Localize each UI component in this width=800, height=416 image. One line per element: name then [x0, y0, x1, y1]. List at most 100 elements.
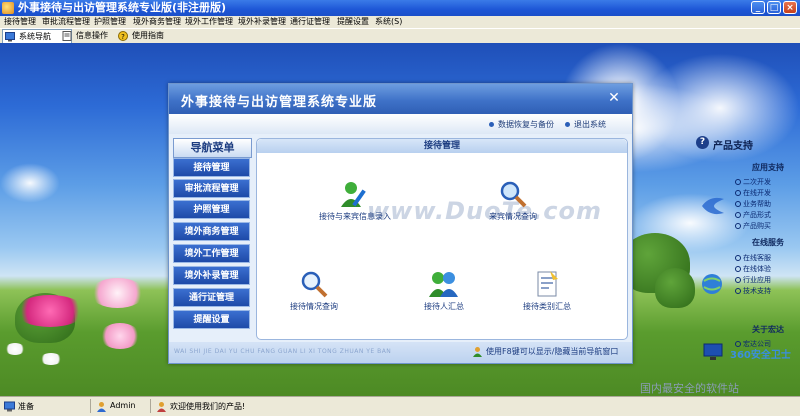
tile-person-summary-label: 接待人汇总 — [424, 302, 464, 311]
nav-item-overseas-supplement[interactable]: 境外补录管理 — [173, 266, 250, 285]
flower — [40, 353, 62, 365]
monitor-icon — [5, 32, 15, 42]
status-bar: 准备 Admin 欢迎使用我们的产品! — [0, 396, 800, 416]
nav-item-overseas-business[interactable]: 境外商务管理 — [173, 222, 250, 241]
cloud — [0, 163, 60, 203]
monitor-icon — [703, 343, 723, 360]
status-separator — [90, 399, 91, 413]
menu-overseas-work[interactable]: 境外工作管理 — [185, 16, 233, 28]
menu-overseas-business[interactable]: 境外商务管理 — [133, 16, 181, 28]
user-icon — [97, 402, 106, 412]
menu-approval[interactable]: 审批流程管理 — [42, 16, 90, 28]
tab-info-ops[interactable]: 信息操作 — [60, 29, 108, 43]
menu-system[interactable]: 系统(S) — [375, 16, 402, 28]
pinyin-caption: WAI SHI JIE DAI YU CHU FANG GUAN LI XI T… — [174, 348, 392, 355]
online-service-heading: 在线服务 — [752, 238, 784, 247]
tab-user-guide[interactable]: ? 使用指南 — [116, 29, 164, 43]
users-icon — [429, 272, 458, 297]
help-icon: ? — [118, 31, 128, 41]
tile-person-summary[interactable]: 接待人汇总 — [424, 269, 464, 312]
product-support-title: ? 产品支持 — [696, 136, 753, 152]
security-badge: 360安全卫士 — [730, 350, 791, 361]
flower — [15, 295, 85, 327]
backup-restore-button[interactable]: 数据恢复与备份 — [489, 119, 554, 130]
panel-close-button[interactable]: ✕ — [606, 90, 622, 106]
menu-permit[interactable]: 通行证管理 — [290, 16, 330, 28]
nav-item-reminder[interactable]: 提醒设置 — [173, 310, 250, 329]
tile-guest-query-label: 来宾情况查询 — [489, 212, 537, 221]
users-edit-icon — [341, 182, 366, 207]
window-title: 外事接待与出访管理系统专业版(非注册版) — [18, 1, 227, 14]
link-industry-app[interactable]: 行业应用 — [735, 275, 771, 285]
minimize-button[interactable]: _ — [751, 1, 765, 14]
about-heading: 关于宏达 — [752, 325, 784, 334]
panel-action-strip: 数据恢复与备份 退出系统 — [169, 114, 632, 134]
backup-restore-label: 数据恢复与备份 — [498, 120, 554, 129]
menu-reminder[interactable]: 提醒设置 — [337, 16, 369, 28]
tab-info-ops-label: 信息操作 — [76, 31, 108, 40]
menu-overseas-supplement[interactable]: 境外补录管理 — [238, 16, 286, 28]
nav-item-reception[interactable]: 接待管理 — [173, 158, 250, 177]
user-tip-icon — [473, 347, 482, 357]
bullet-icon — [565, 122, 570, 127]
maximize-button[interactable]: □ — [767, 1, 781, 14]
link-custom-dev[interactable]: 二次开发 — [735, 177, 771, 187]
tile-category-summary[interactable]: 接待类别汇总 — [523, 269, 571, 312]
arrow-icon — [702, 197, 724, 215]
tile-guest-query[interactable]: 来宾情况查询 — [489, 179, 537, 222]
tile-category-summary-label: 接待类别汇总 — [523, 302, 571, 311]
watermark-text: www.DuoTe.com — [367, 197, 602, 225]
link-product-form[interactable]: 产品形式 — [735, 210, 771, 220]
status-separator — [150, 399, 151, 413]
tab-user-guide-label: 使用指南 — [132, 31, 164, 40]
tree — [655, 268, 695, 308]
svg-text:?: ? — [121, 33, 125, 41]
link-product-purchase[interactable]: 产品购买 — [735, 221, 771, 231]
exit-system-label: 退出系统 — [574, 120, 606, 129]
tile-entry[interactable]: 接待与来宾信息录入 — [319, 179, 391, 222]
document-icon — [62, 31, 72, 41]
f8-tip-label: 使用F8键可以显示/隐藏当前导航窗口 — [486, 347, 619, 356]
link-online-trial[interactable]: 在线体验 — [735, 264, 771, 274]
status-ready: 准备 — [4, 401, 34, 412]
magnifier-icon — [500, 181, 527, 208]
flower — [90, 278, 145, 308]
exit-system-button[interactable]: 退出系统 — [565, 119, 606, 130]
close-button[interactable]: × — [783, 1, 797, 14]
panel-footer: WAI SHI JIE DAI YU CHU FANG GUAN LI XI T… — [169, 342, 632, 363]
tab-system-nav-label: 系统导航 — [19, 32, 51, 41]
nav-item-passport[interactable]: 护照管理 — [173, 200, 250, 219]
menu-reception[interactable]: 接待管理 — [4, 16, 36, 28]
tile-reception-query-label: 接待情况查询 — [290, 302, 338, 311]
menu-passport[interactable]: 护照管理 — [94, 16, 126, 28]
link-online-dev[interactable]: 在线开发 — [735, 188, 771, 198]
panel-header: 外事接待与出访管理系统专业版 ✕ — [169, 84, 632, 114]
tile-reception-query[interactable]: 接待情况查询 — [290, 269, 338, 312]
computer-icon — [4, 401, 15, 412]
status-ready-label: 准备 — [18, 402, 34, 411]
nav-item-approval[interactable]: 审批流程管理 — [173, 179, 250, 198]
menu-bar: 接待管理 审批流程管理 护照管理 境外商务管理 境外工作管理 境外补录管理 通行… — [0, 16, 800, 28]
link-online-cs[interactable]: 在线客服 — [735, 253, 771, 263]
flower — [5, 343, 25, 355]
status-welcome-label: 欢迎使用我们的产品! — [170, 402, 246, 411]
report-icon — [537, 271, 558, 297]
link-tech-support[interactable]: 技术支持 — [735, 286, 771, 296]
globe-icon — [702, 274, 722, 294]
status-welcome: 欢迎使用我们的产品! — [156, 401, 245, 412]
content-area: 接待管理 www.DuoTe.com 接待与来宾信息录入 来宾情况查询 接待情况… — [256, 138, 628, 340]
panel-title: 外事接待与出访管理系统专业版 — [181, 95, 378, 110]
content-header: 接待管理 — [257, 139, 627, 153]
status-user-label: Admin — [110, 401, 136, 410]
user-icon — [157, 402, 166, 412]
window-titlebar: 外事接待与出访管理系统专业版(非注册版) _ □ × — [0, 0, 800, 16]
status-user: Admin — [96, 401, 136, 412]
app-icon — [2, 2, 14, 14]
security-badge-caption: 国内最安全的软件站 — [640, 382, 739, 395]
bullet-icon — [489, 122, 494, 127]
nav-item-overseas-work[interactable]: 境外工作管理 — [173, 244, 250, 263]
tile-entry-label: 接待与来宾信息录入 — [319, 212, 391, 221]
app-support-heading: 应用支持 — [752, 163, 784, 172]
link-business-help[interactable]: 业务帮助 — [735, 199, 771, 209]
nav-item-permit[interactable]: 通行证管理 — [173, 288, 250, 307]
